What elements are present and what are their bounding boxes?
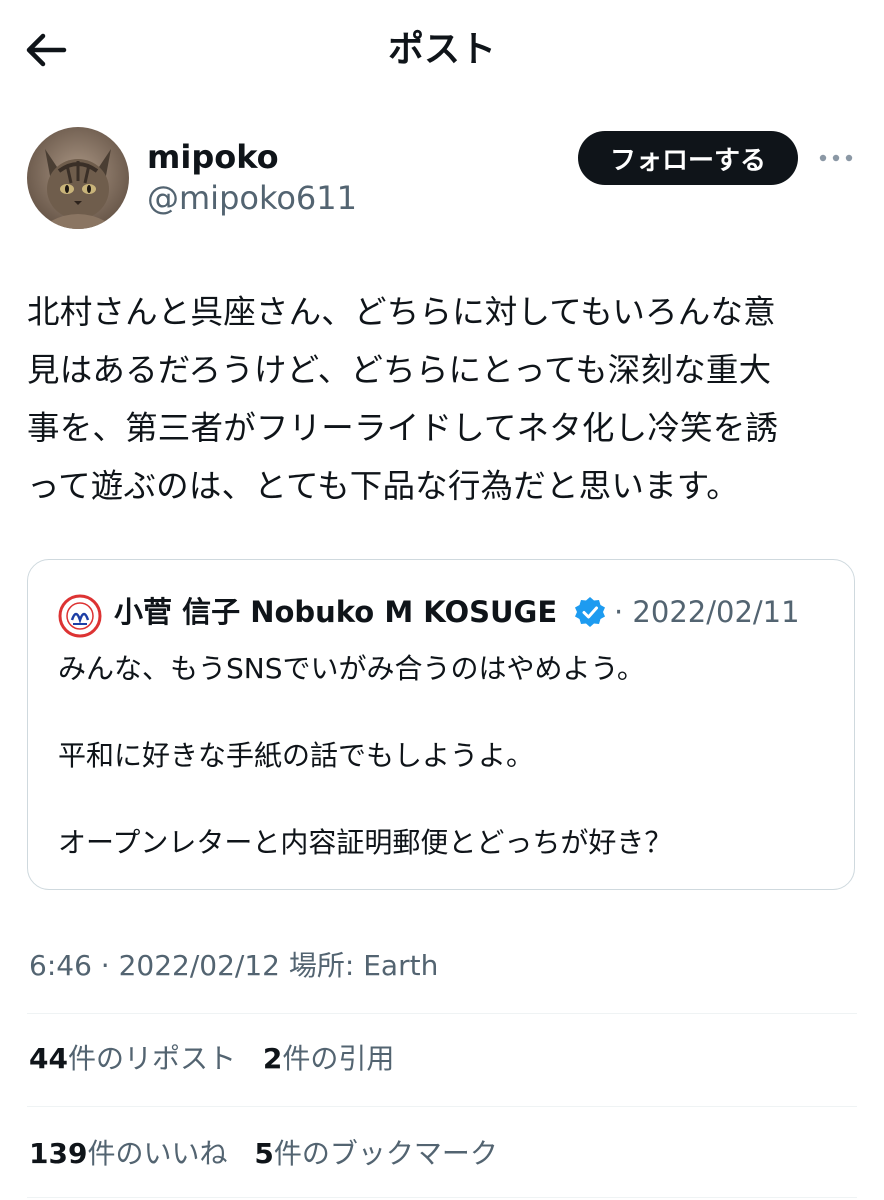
more-dots-icon — [819, 154, 853, 162]
quote-avatar — [58, 594, 102, 638]
stats-row-likes: 139件のいいね 5件のブックマーク — [29, 1134, 516, 1174]
author-name[interactable]: mipoko — [147, 137, 279, 177]
reposts-count: 44 — [29, 1042, 68, 1075]
quote-date: · 2022/02/11 — [614, 595, 800, 629]
quoted-post-card[interactable]: 小菅 信子 Nobuko M KOSUGE · 2022/02/11 みんな、も… — [27, 559, 855, 890]
post-location[interactable]: 場所: Earth — [289, 949, 438, 982]
quotes-label: 件の引用 — [282, 1042, 395, 1075]
likes-stat[interactable]: 139件のいいね — [29, 1134, 227, 1174]
divider — [27, 1106, 857, 1107]
post-text: 北村さんと呉座さん、どちらに対してもいろんな意 見はあるだろうけど、どちらにとっ… — [27, 283, 862, 515]
divider — [27, 1197, 857, 1198]
likes-label: 件のいいね — [87, 1137, 228, 1170]
quote-text-line: 平和に好きな手紙の話でもしようよ。 — [58, 739, 535, 772]
post-date[interactable]: · 2022/02/12 — [101, 949, 280, 982]
reposts-label: 件のリポスト — [67, 1042, 236, 1075]
divider — [27, 1013, 857, 1014]
quote-author-name: 小菅 信子 Nobuko M KOSUGE — [114, 595, 558, 629]
quotes-stat[interactable]: 2件の引用 — [263, 1039, 395, 1079]
post-time[interactable]: 6:46 — [29, 949, 92, 982]
post-text-line: って遊ぶのは、とても下品な行為だと思います。 — [27, 467, 739, 505]
bookmarks-count: 5 — [254, 1137, 274, 1170]
cat-avatar-image — [27, 127, 129, 229]
post-text-line: 北村さんと呉座さん、どちらに対してもいろんな意 — [27, 293, 776, 331]
quotes-count: 2 — [262, 1042, 283, 1075]
page-title: ポスト — [387, 29, 496, 70]
reposts-stat[interactable]: 44件のリポスト — [29, 1039, 236, 1079]
author-handle[interactable]: @mipoko611 — [147, 178, 357, 218]
likes-count: 139 — [29, 1137, 88, 1170]
post-text-line: 事を、第三者がフリーライドしてネタ化し冷笑を誘 — [27, 409, 779, 447]
follow-button[interactable]: フォローする — [578, 131, 798, 185]
quote-text-line: みんな、もうSNSでいがみ合うのはやめよう。 — [58, 652, 645, 685]
verified-badge-icon — [574, 596, 606, 628]
post-meta: 6:46 · 2022/02/12 場所: Earth — [29, 946, 438, 986]
stamp-logo-icon — [58, 594, 102, 638]
stats-row-reposts: 44件のリポスト 2件の引用 — [29, 1039, 412, 1079]
quote-text-line: オープンレターと内容証明郵便とどっちが好き？ — [58, 826, 673, 859]
avatar[interactable] — [27, 127, 129, 229]
bookmarks-label: 件のブックマーク — [273, 1137, 498, 1170]
bookmarks-stat[interactable]: 5件のブックマーク — [254, 1134, 498, 1174]
more-options-button[interactable] — [816, 140, 856, 176]
top-bar: ポスト — [0, 0, 884, 100]
post-text-line: 見はあるだろうけど、どちらにとっても深刻な重大 — [27, 351, 772, 389]
